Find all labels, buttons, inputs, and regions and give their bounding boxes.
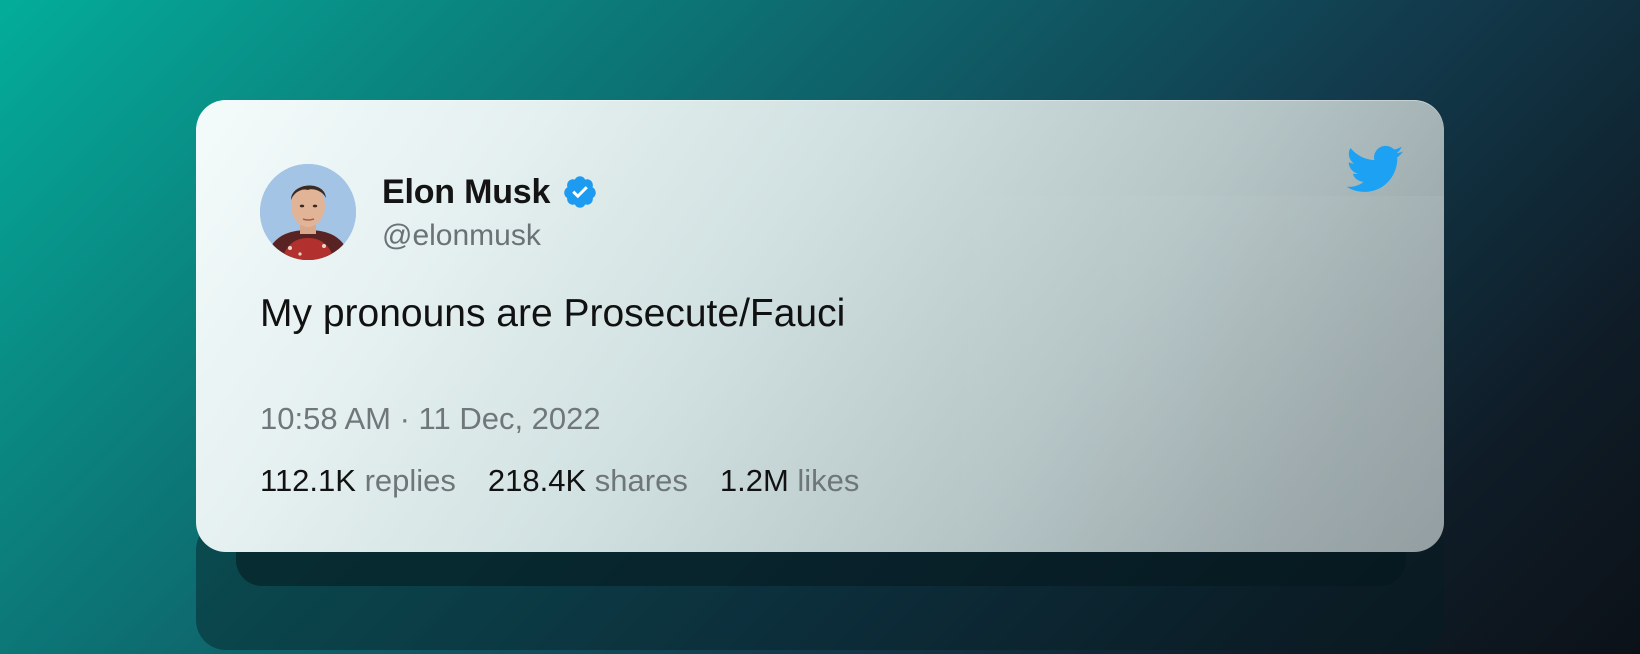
tweet-timestamp[interactable]: 10:58 AM · 11 Dec, 2022 xyxy=(260,400,601,438)
shares-label: shares xyxy=(594,463,688,498)
verified-badge-icon xyxy=(562,174,598,210)
likes-label: likes xyxy=(797,463,860,498)
replies-label: replies xyxy=(364,463,456,498)
avatar[interactable] xyxy=(260,164,356,260)
replies-stat[interactable]: 112.1K replies xyxy=(260,462,456,500)
author-handle[interactable]: @elonmusk xyxy=(382,218,541,254)
replies-count: 112.1K xyxy=(260,463,356,498)
author-name[interactable]: Elon Musk xyxy=(382,172,550,212)
tweet-stats: 112.1K replies 218.4K shares 1.2M likes xyxy=(260,462,859,500)
twitter-bird-icon xyxy=(1344,144,1404,194)
shares-stat[interactable]: 218.4K shares xyxy=(488,462,688,500)
likes-stat[interactable]: 1.2M likes xyxy=(720,462,860,500)
shares-count: 218.4K xyxy=(487,463,587,498)
author-row: Elon Musk xyxy=(382,172,598,212)
tweet-card: Elon Musk @elonmusk My pronouns are Pros… xyxy=(196,100,1444,552)
tweet-text: My pronouns are Prosecute/Fauci xyxy=(260,292,846,335)
avatar-photo xyxy=(260,164,356,260)
likes-count: 1.2M xyxy=(719,463,789,498)
